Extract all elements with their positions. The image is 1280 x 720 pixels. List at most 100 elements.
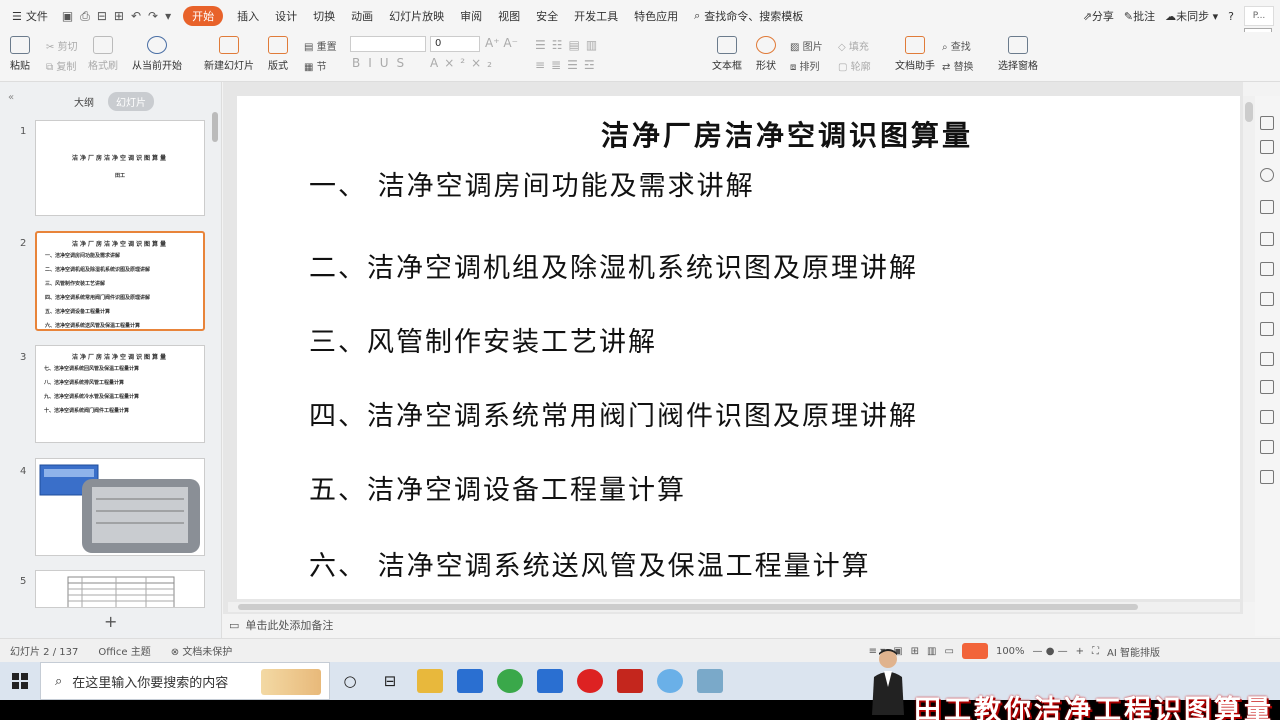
file-menu[interactable]: ☰ 文件: [0, 8, 56, 24]
cut-button[interactable]: ✂ 剪切: [46, 38, 78, 53]
reset-button[interactable]: ▤ 重置: [304, 38, 337, 53]
taskbar-search[interactable]: ⌕ 在这里输入你要搜索的内容: [40, 662, 330, 700]
scroll-thumb[interactable]: [1245, 102, 1253, 122]
export-icon[interactable]: [1260, 352, 1274, 366]
layout-button[interactable]: 版式: [268, 36, 288, 72]
task-view-icon[interactable]: ⊟: [377, 672, 403, 690]
layout-icon[interactable]: [1260, 380, 1274, 394]
tab-insert[interactable]: 插入: [229, 8, 267, 24]
arrange-button[interactable]: ⧈ 排列: [790, 58, 820, 73]
animation-icon[interactable]: [1260, 200, 1274, 214]
undo-icon[interactable]: ↶: [131, 9, 141, 24]
slide-thumbnail-3[interactable]: 洁净厂房洁净空调识图算量 七、洁净空调系统回风管及保温工程量计算 八、洁净空调系…: [35, 345, 205, 443]
sync-status[interactable]: ☁未同步 ▾: [1165, 8, 1218, 24]
slide-thumbnail-1[interactable]: 洁净厂房洁净空调识图算量 田工: [35, 120, 205, 216]
comment-button[interactable]: ✎批注: [1124, 8, 1155, 24]
sorter-view-icon[interactable]: ⊞: [911, 646, 919, 657]
slide-thumbnail-5[interactable]: [35, 570, 205, 608]
textbox-button[interactable]: 文本框: [712, 36, 742, 72]
vertical-scrollbar[interactable]: [1243, 96, 1255, 602]
doc-assistant-button[interactable]: 文档助手: [895, 36, 935, 72]
slide-bullet[interactable]: 三、风管制作安装工艺讲解: [309, 320, 657, 359]
tab-features[interactable]: 特色应用: [626, 8, 686, 24]
slideshow-view-icon[interactable]: ▭: [945, 646, 954, 657]
tab-slides[interactable]: 幻灯片: [108, 92, 154, 111]
document-icon[interactable]: [1260, 322, 1274, 336]
tab-slideshow[interactable]: 幻灯片放映: [381, 8, 452, 24]
file-explorer-icon[interactable]: [417, 669, 443, 693]
play-button[interactable]: [961, 643, 988, 659]
tab-review[interactable]: 审阅: [452, 8, 490, 24]
cortana-icon[interactable]: ○: [337, 672, 363, 690]
protect-status[interactable]: ⊗ 文档未保护: [161, 643, 243, 658]
drawing-tool-icon[interactable]: [697, 669, 723, 693]
command-search[interactable]: ⌕ 查找命令、搜索模板: [686, 8, 811, 24]
copy-icon[interactable]: [1260, 140, 1274, 154]
scroll-thumb[interactable]: [238, 604, 1138, 610]
theme-name[interactable]: Office 主题: [88, 643, 160, 658]
tab-animation[interactable]: 动画: [343, 8, 381, 24]
browser-icon[interactable]: [497, 669, 523, 693]
slide-bullet[interactable]: 五、洁净空调设备工程量计算: [309, 468, 686, 507]
slide-thumbnail-4[interactable]: [35, 458, 205, 556]
font-style-buttons[interactable]: BIUS: [352, 56, 412, 70]
panel-scrollbar[interactable]: [212, 112, 218, 142]
autocad-icon[interactable]: [617, 669, 643, 693]
zoom-in-icon[interactable]: +: [1076, 646, 1084, 657]
fill-button[interactable]: ◇ 填充: [838, 38, 869, 53]
shape-icon[interactable]: [1260, 168, 1274, 182]
list-buttons[interactable]: ☰☷▤▥: [535, 38, 603, 52]
recorder-icon[interactable]: [577, 669, 603, 693]
help-icon[interactable]: [1260, 470, 1274, 484]
slide-bullet[interactable]: 六、 洁净空调系统送风管及保温工程量计算: [309, 544, 871, 583]
tab-view[interactable]: 视图: [490, 8, 528, 24]
tab-transition[interactable]: 切换: [305, 8, 343, 24]
export-icon[interactable]: ⊞: [114, 9, 124, 24]
slide-bullet[interactable]: 二、洁净空调机组及除湿机系统识图及原理讲解: [309, 246, 918, 285]
copy-button[interactable]: ⧉ 复制: [46, 58, 76, 73]
tab-developer[interactable]: 开发工具: [566, 8, 626, 24]
slide-bullet[interactable]: 四、洁净空调系统常用阀门阀件识图及原理讲解: [309, 394, 918, 433]
fit-icon[interactable]: ⛶: [1092, 646, 1099, 657]
outline-button[interactable]: ▢ 轮廓: [838, 58, 871, 73]
zoom-value[interactable]: 100%: [996, 646, 1025, 657]
collapse-icon[interactable]: «: [8, 92, 14, 103]
more-icon[interactable]: ▾: [165, 9, 171, 24]
settings-icon[interactable]: [1260, 292, 1274, 306]
save-icon[interactable]: ▣: [62, 9, 73, 24]
format-painter-button[interactable]: 格式刷: [88, 36, 118, 72]
reading-view-icon[interactable]: ▥: [927, 646, 936, 657]
section-button[interactable]: ▦ 节: [304, 58, 327, 73]
tab-outline[interactable]: 大纲: [66, 92, 102, 111]
tab-home[interactable]: 开始: [183, 6, 224, 26]
from-current-button[interactable]: 从当前开始: [132, 36, 182, 72]
share-button[interactable]: ⇗分享: [1083, 8, 1114, 24]
audio-icon[interactable]: [1260, 440, 1274, 454]
print-icon[interactable]: ⊟: [97, 9, 107, 24]
zoom-slider[interactable]: — ● —: [1033, 646, 1068, 657]
picture-button[interactable]: ▨ 图片: [790, 38, 823, 53]
slide-thumbnail-2[interactable]: 洁净厂房洁净空调识图算量 一、洁净空调房间功能及需求讲解 二、洁净空调机组及除湿…: [35, 231, 205, 331]
slide-title[interactable]: 洁净厂房洁净空调识图算量: [237, 114, 1240, 154]
new-slide-button[interactable]: 新建幻灯片: [204, 36, 254, 72]
redo-icon[interactable]: ↷: [148, 9, 158, 24]
selection-pane-button[interactable]: 选择窗格: [998, 36, 1038, 72]
network-icon[interactable]: [657, 669, 683, 693]
picture-icon[interactable]: [1260, 410, 1274, 424]
replace-button[interactable]: ⇄ 替换: [942, 58, 974, 73]
user-mini[interactable]: P...: [1244, 6, 1274, 26]
font-effect-buttons[interactable]: A×²×₂: [430, 56, 498, 70]
paste-button[interactable]: 粘贴: [10, 36, 30, 72]
store-icon[interactable]: [457, 669, 483, 693]
ai-layout[interactable]: AI 智能排版: [1107, 644, 1160, 659]
notes-area[interactable]: ▭ 单击此处添加备注: [223, 614, 1243, 636]
font-grow-icon[interactable]: A⁺ A⁻: [485, 36, 518, 50]
chart-icon[interactable]: [1260, 262, 1274, 276]
horizontal-scrollbar[interactable]: [228, 602, 1240, 612]
tab-security[interactable]: 安全: [528, 8, 566, 24]
font-size-field[interactable]: 0: [430, 36, 480, 52]
font-name-field[interactable]: [350, 36, 426, 52]
slide-bullet[interactable]: 一、 洁净空调房间功能及需求讲解: [309, 164, 755, 203]
print-preview-icon[interactable]: ⎙: [80, 9, 90, 24]
wps-writer-icon[interactable]: [537, 669, 563, 693]
